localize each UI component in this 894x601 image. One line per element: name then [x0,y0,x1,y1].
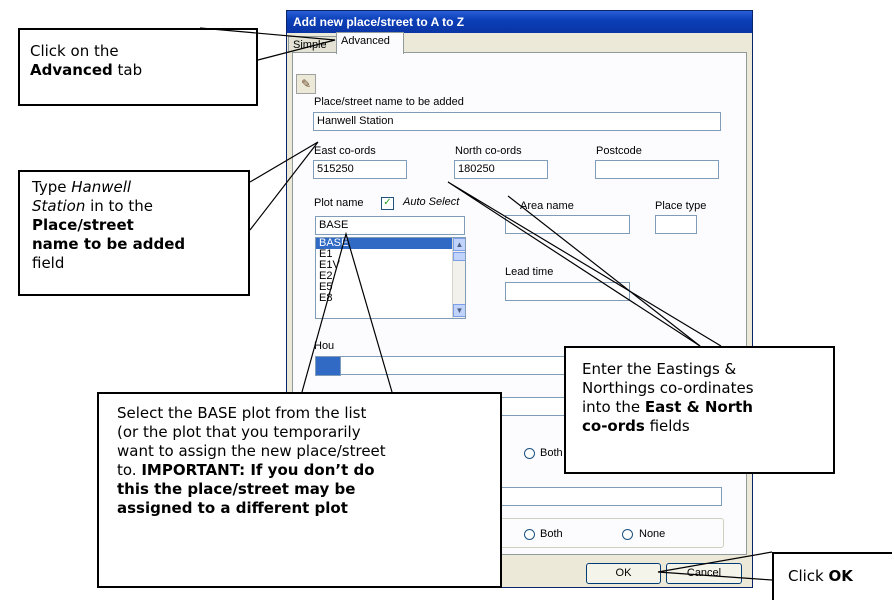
list-item[interactable]: BASE [316,238,465,249]
radio-both-1[interactable] [524,448,535,459]
place-type-label: Place type [655,200,707,212]
callout-text: field [32,254,65,272]
east-coords-label: East co-ords [314,145,376,157]
radio-both-2-label: Both [540,528,563,540]
callout-text-bold: name to be added [32,235,186,253]
area-name-input[interactable] [505,215,630,234]
cancel-button[interactable]: Cancel [666,563,742,584]
callout-text-bold: assigned to a different plot [117,499,348,517]
callout-text: Click [788,567,829,585]
place-name-input[interactable]: Hanwell Station [313,112,721,131]
list-item[interactable]: E5 [316,282,465,293]
place-name-label: Place/street name to be added [314,96,464,108]
lead-time-label: Lead time [505,266,554,278]
callout-text-bold: Place/street [32,216,134,234]
callout-text-italic: Hanwell [71,178,132,196]
radio-both-1-label: Both [540,447,563,459]
callout-text-bold: co-ords [582,417,645,435]
callout-text: Enter the Eastings & [582,360,737,378]
radio-none-label: None [639,528,666,540]
north-coords-input[interactable]: 180250 [454,160,548,179]
plot-name-label: Plot name [314,197,364,209]
callout-text: Select the BASE plot from the list [117,404,367,422]
callout-text: Type [32,178,72,196]
area-name-label: Area name [520,200,574,212]
dialog-title: Add new place/street to A to Z [287,11,752,33]
house-label: Hou [314,340,335,352]
east-coords-input[interactable]: 515250 [313,160,407,179]
callout-text: Northings co-ordinates [582,379,754,397]
postcode-input[interactable] [595,160,719,179]
callout-text-bold: OK [828,567,853,585]
callout-text-bold: this the place/street may be [117,480,356,498]
auto-select-label: Auto Select [403,196,460,208]
postcode-label: Postcode [596,145,642,157]
radio-both-2[interactable] [524,529,535,540]
callout-text: Click on the [30,42,119,60]
callout-select-base: Select the BASE plot from the list (or t… [97,392,502,588]
radio-none[interactable] [622,529,633,540]
callout-text: in to the [85,197,153,215]
callout-advanced: Click on the Advanced tab [18,28,258,106]
callout-text: (or the plot that you temporarily [117,423,361,441]
callout-type-name: Type Hanwell Station in to the Place/str… [18,170,250,296]
list-item[interactable]: E1V [316,260,465,271]
callout-text-italic: Station [32,197,86,215]
callout-text: to. [117,461,142,479]
callout-text: want to assign the new place/street [117,442,386,460]
scroll-up-icon[interactable]: ▲ [453,238,465,251]
auto-select-checkbox[interactable]: ✓ [381,197,394,210]
map-tool-icon[interactable]: ✎ [296,74,316,94]
house-field[interactable] [315,356,571,375]
list-item[interactable]: E2 [316,271,465,282]
tab-advanced[interactable]: Advanced [336,32,404,54]
house-selection [315,356,341,376]
callout-ok: Click OK [772,552,892,600]
scroll-down-icon[interactable]: ▼ [453,304,465,317]
callout-coords: Enter the Eastings & Northings co-ordina… [564,346,835,474]
callout-text: fields [644,417,690,435]
plot-name-input[interactable]: BASE [315,216,465,235]
callout-text-bold: East & North [644,398,753,416]
scroll-thumb[interactable] [453,252,465,261]
lead-time-input[interactable] [505,282,630,301]
callout-text: into the [582,398,645,416]
callout-text-bold: Advanced [30,61,113,79]
callout-text-bold: IMPORTANT: If you don’t do [141,461,375,479]
plot-listbox[interactable]: BASE E1 E1V E2 E5 E8 ▲ ▼ [315,237,466,319]
list-item[interactable]: E8 [316,293,465,304]
callout-text: tab [112,61,143,79]
place-type-input[interactable] [655,215,697,234]
list-scrollbar[interactable]: ▲ ▼ [452,238,465,318]
ok-button[interactable]: OK [586,563,661,584]
north-coords-label: North co-ords [455,145,522,157]
